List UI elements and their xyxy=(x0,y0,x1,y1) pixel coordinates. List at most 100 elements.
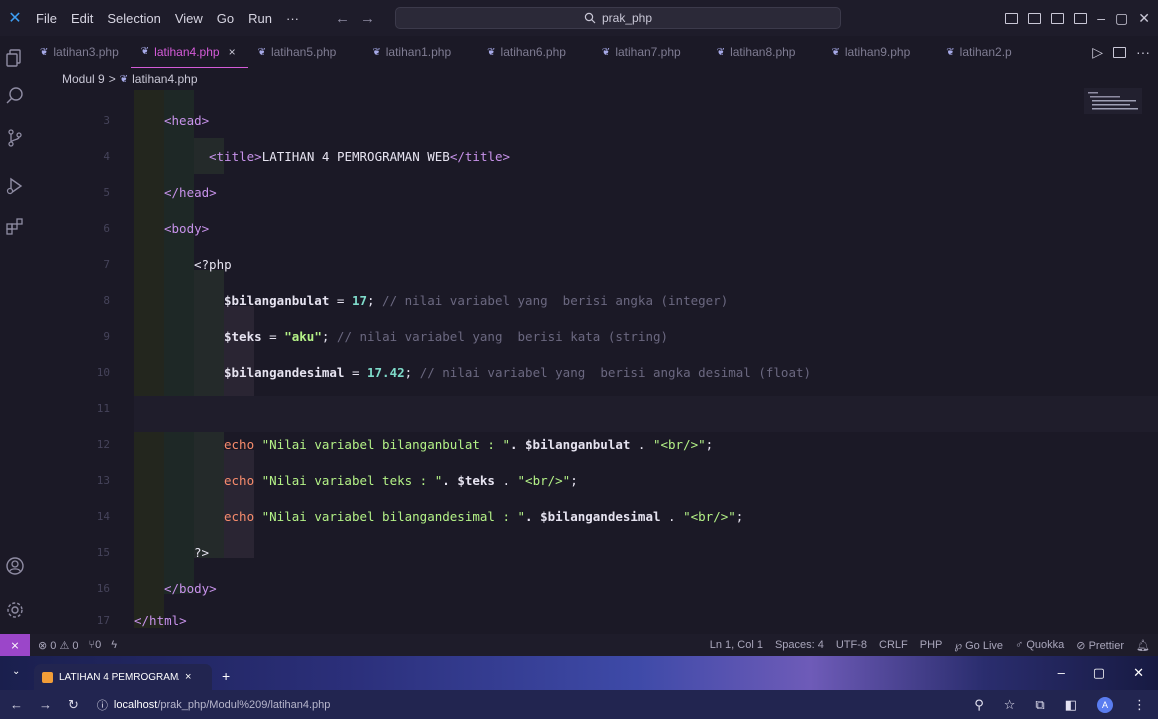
back-arrow-icon[interactable]: ← xyxy=(335,10,360,27)
tab-actions: ▷ ··· xyxy=(1092,36,1158,68)
browser-tab-close-icon[interactable]: × xyxy=(185,671,191,683)
profile-avatar[interactable]: A xyxy=(1097,696,1113,713)
tab-latihan2[interactable]: ❦ latihan2.p xyxy=(922,36,1023,68)
close-icon[interactable]: ✕ xyxy=(1133,665,1144,681)
tab-latihan5[interactable]: ❦ latihan5.php xyxy=(248,36,349,68)
code-text: $bilangandesimal = 17.42; // nilai varia… xyxy=(224,365,811,380)
line-number: 14 xyxy=(96,509,110,523)
run-debug-icon[interactable] xyxy=(5,176,25,196)
minimize-icon[interactable]: – xyxy=(1058,665,1065,681)
code-text: <?php xyxy=(194,256,232,272)
side-panel-icon[interactable]: ◧ xyxy=(1065,697,1077,713)
tab-label: latihan8.php xyxy=(730,45,796,59)
status-bar: ⨯ ⊗ 0 ⚠ 0 ⑂0 ϟ Ln 1, Col 1 Spaces: 4 UTF… xyxy=(0,634,1158,656)
toggle-secondary-sidebar-icon[interactable] xyxy=(1051,12,1065,24)
search-sidebar-icon[interactable] xyxy=(5,86,25,106)
problems-status[interactable]: ⊗ 0 ⚠ 0 xyxy=(38,639,79,652)
php-file-icon: ❦ xyxy=(257,46,266,58)
line-number: 8 xyxy=(103,293,110,307)
menu-run[interactable]: Run xyxy=(242,11,278,26)
code-line-13: 13 echo "Nilai variabel teks : ". $teks … xyxy=(30,462,1158,498)
forward-arrow-icon[interactable]: → xyxy=(360,10,385,27)
extensions-icon[interactable] xyxy=(5,216,25,236)
line-number: 10 xyxy=(96,365,110,379)
settings-gear-icon[interactable] xyxy=(5,600,25,620)
tab-close-icon[interactable]: × xyxy=(229,45,236,59)
code-token: $bilanganbulat xyxy=(224,292,330,308)
more-actions-icon[interactable]: ··· xyxy=(1136,44,1150,60)
toggle-sidebar-icon[interactable] xyxy=(1005,12,1019,24)
tab-latihan7[interactable]: ❦ latihan7.php xyxy=(578,36,693,68)
code-line-14: 14 echo "Nilai variabel bilangandesimal … xyxy=(30,498,1158,534)
prettier-icon: ⊘ xyxy=(1076,639,1086,652)
ports-status[interactable]: ⑂0 xyxy=(89,639,102,652)
indentation[interactable]: Spaces: 4 xyxy=(775,639,824,652)
tab-search-chevron-icon[interactable]: ⌄ xyxy=(12,666,20,677)
code-token: . xyxy=(494,472,518,488)
code-token: "Nilai variabel bilanganbulat : " xyxy=(254,436,510,452)
browser-toolbar: ← → ↻ ⓘ localhost/prak_php/Modul%209/lat… xyxy=(0,690,1158,719)
favicon-icon xyxy=(42,671,53,683)
browser-tab[interactable]: LATIHAN 4 PEMROGRAMAN W × xyxy=(34,664,212,690)
php-file-icon: ❦ xyxy=(40,46,49,58)
restore-icon[interactable]: ▢ xyxy=(1093,665,1105,681)
code-line-15: 15 ?> xyxy=(30,534,1158,570)
bookmark-star-icon[interactable]: ☆ xyxy=(1004,697,1016,713)
menu-selection[interactable]: Selection xyxy=(101,11,166,26)
forward-arrow-icon[interactable]: → xyxy=(39,697,52,713)
toggle-panel-icon[interactable] xyxy=(1028,12,1042,24)
source-control-icon[interactable] xyxy=(5,128,25,148)
address-bar[interactable]: ⓘ localhost/prak_php/Modul%209/latihan4.… xyxy=(97,697,331,713)
breadcrumb-file[interactable]: latihan4.php xyxy=(132,72,197,86)
browser-menu-icon[interactable]: ⋮ xyxy=(1133,697,1146,713)
code-text: </html> xyxy=(134,612,187,628)
zoom-icon[interactable]: ⚲ xyxy=(974,697,984,713)
cursor-position[interactable]: Ln 1, Col 1 xyxy=(710,639,763,652)
reload-icon[interactable]: ↻ xyxy=(68,697,79,713)
code-token: "<br/>" xyxy=(683,508,736,524)
language-mode[interactable]: PHP xyxy=(920,639,943,652)
minimize-icon[interactable]: – xyxy=(1097,10,1105,26)
tab-latihan8[interactable]: ❦ latihan8.php xyxy=(693,36,808,68)
extensions-puzzle-icon[interactable]: ⧉ xyxy=(1035,697,1044,713)
encoding[interactable]: UTF-8 xyxy=(836,639,867,652)
code-token: . $teks xyxy=(442,472,495,488)
search-icon xyxy=(584,12,596,24)
line-number: 3 xyxy=(103,113,110,127)
go-live-button[interactable]: ℘ Go Live xyxy=(954,639,1003,652)
tab-latihan9[interactable]: ❦ latihan9.php xyxy=(807,36,922,68)
menu-edit[interactable]: Edit xyxy=(65,11,99,26)
code-editor[interactable]: 3 <head> 4 <title>LATIHAN 4 PEMROGRAMAN … xyxy=(30,90,1158,634)
customize-layout-icon[interactable] xyxy=(1074,12,1088,24)
line-ending[interactable]: CRLF xyxy=(879,639,908,652)
prettier-button[interactable]: ⊘ Prettier xyxy=(1076,639,1124,652)
lightning-icon[interactable]: ϟ xyxy=(111,639,117,652)
code-token: // nilai variabel yang berisi kata (stri… xyxy=(329,328,669,344)
code-token: echo xyxy=(224,508,255,524)
menu-more[interactable]: ··· xyxy=(280,11,305,26)
notifications-bell-icon[interactable]: 🔔︎ xyxy=(1136,639,1150,652)
menu-view[interactable]: View xyxy=(169,11,209,26)
menu-file[interactable]: File xyxy=(30,11,63,26)
new-tab-button[interactable]: + xyxy=(222,668,230,684)
run-file-icon[interactable]: ▷ xyxy=(1092,44,1103,61)
code-text: <body> xyxy=(164,220,210,236)
restore-icon[interactable]: ▢ xyxy=(1115,10,1128,27)
tab-latihan4[interactable]: ❦ latihan4.php × xyxy=(130,36,248,68)
back-arrow-icon[interactable]: ← xyxy=(10,697,23,713)
explorer-icon[interactable] xyxy=(5,48,25,68)
quokka-button[interactable]: ♂ Quokka xyxy=(1015,639,1064,652)
code-line-16: 16 </body> xyxy=(30,570,1158,606)
tab-latihan6[interactable]: ❦ latihan6.php xyxy=(463,36,578,68)
site-info-icon[interactable]: ⓘ xyxy=(97,697,108,713)
split-editor-icon[interactable] xyxy=(1113,46,1126,58)
php-file-icon: ❦ xyxy=(487,46,496,58)
tab-latihan3[interactable]: ❦ latihan3.php xyxy=(30,36,131,68)
menu-go[interactable]: Go xyxy=(211,11,240,26)
tab-latihan1[interactable]: ❦ latihan1.php xyxy=(348,36,463,68)
command-center-search[interactable]: prak_php xyxy=(395,7,841,29)
account-icon[interactable] xyxy=(5,556,25,576)
close-icon[interactable]: ✕ xyxy=(1138,10,1150,27)
remote-icon[interactable]: ⨯ xyxy=(0,634,30,656)
breadcrumb-folder[interactable]: Modul 9 xyxy=(62,72,105,86)
